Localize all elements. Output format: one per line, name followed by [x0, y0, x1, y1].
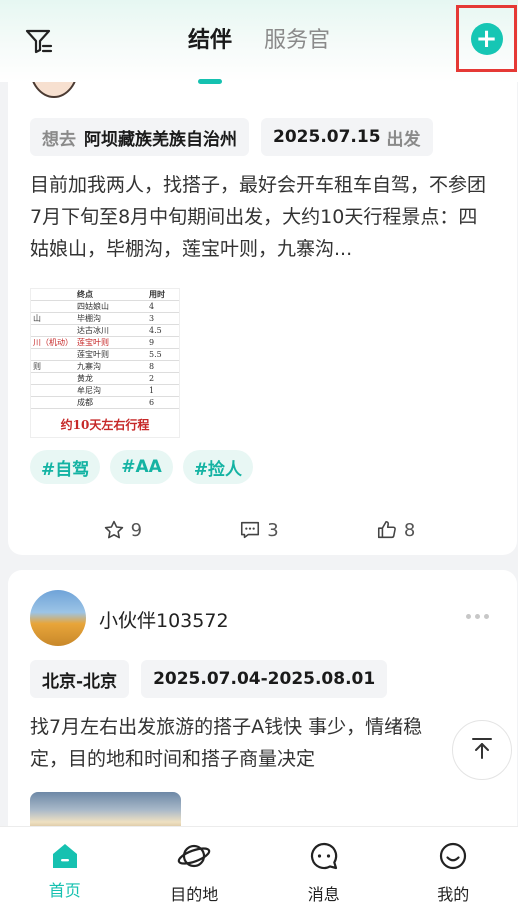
arrow-up-to-top-icon	[469, 735, 495, 765]
nav-label: 消息	[307, 885, 340, 903]
tab-service-officer[interactable]: 服务官	[262, 24, 332, 74]
itinerary-row: 牟尼沟 1	[31, 385, 179, 397]
message-icon	[309, 841, 339, 875]
itinerary-row: 莲宝叶则 5.5	[31, 349, 179, 361]
itinerary-cell: 2	[149, 374, 155, 383]
nav-label: 目的地	[170, 885, 219, 903]
post-description[interactable]: 找7月左右出发旅游的搭子A钱快 事少，情绪稳定，目的地和时间和搭子商量决定	[30, 711, 450, 775]
itinerary-row: 成都 6	[31, 397, 179, 409]
comment-button[interactable]: 3	[239, 516, 279, 544]
post-meta-chips: 北京-北京 2025.07.04-2025.08.01	[30, 660, 388, 698]
add-post-highlight: +	[456, 5, 517, 72]
hashtag-pickup[interactable]: #捡人	[182, 450, 254, 484]
like-button[interactable]: 8	[376, 516, 415, 544]
itinerary-cell: 8	[149, 362, 155, 371]
itinerary-cell: 则	[33, 362, 41, 371]
post-actions: 9 3 8	[0, 516, 518, 544]
itinerary-cell: 山	[33, 314, 41, 323]
favorite-count: 9	[130, 519, 143, 541]
itinerary-cell: 川（机动）	[33, 338, 73, 347]
itinerary-row: 则 九寨沟 8	[31, 361, 179, 373]
smiley-icon	[438, 841, 468, 875]
nav-messages[interactable]: 消息	[259, 827, 389, 903]
add-post-button[interactable]: +	[470, 22, 503, 55]
itinerary-header: 终点 用时	[31, 289, 179, 301]
itinerary-cell: 牟尼沟	[77, 386, 101, 395]
nav-home[interactable]: 首页	[0, 827, 130, 903]
itinerary-row: 四姑娘山 4	[31, 301, 179, 313]
itinerary-cell: 4	[149, 302, 155, 311]
itinerary-cell: 1	[149, 386, 155, 395]
destination-prefix: 想去	[42, 129, 76, 150]
itinerary-row: 山 毕棚沟 3	[31, 313, 179, 325]
back-to-top-button[interactable]	[452, 720, 512, 780]
planet-icon	[177, 841, 211, 875]
itinerary-row: 黄龙 2	[31, 373, 179, 385]
itinerary-header-col2: 用时	[149, 289, 165, 299]
like-count: 8	[403, 519, 416, 541]
date-range-chip: 2025.07.04-2025.08.01	[141, 660, 388, 698]
more-options-icon[interactable]	[466, 609, 492, 623]
itinerary-cell: 达古冰川	[77, 326, 109, 335]
destination-name: 阿坝藏族羌族自治州	[84, 129, 237, 150]
itinerary-cell: 成都	[77, 398, 93, 407]
itinerary-image[interactable]: 终点 用时 四姑娘山 4 山 毕棚沟 3 达古冰川 4.5 川（机动） 莲宝叶则 9 莲宝叶…	[30, 288, 180, 438]
tab-companion[interactable]: 结伴	[186, 24, 234, 74]
route-text: 北京-北京	[42, 671, 118, 692]
hashtag-aa[interactable]: #AA	[110, 450, 173, 484]
destination-chip[interactable]: 想去 阿坝藏族羌族自治州	[30, 118, 249, 156]
itinerary-row: 川（机动） 莲宝叶则 9	[31, 337, 179, 349]
post-meta-chips: 想去 阿坝藏族羌族自治州 2025.07.15 出发	[30, 118, 433, 156]
date-range-text: 2025.07.04-2025.08.01	[153, 669, 376, 689]
date-chip: 2025.07.15 出发	[261, 118, 433, 156]
itinerary-cell: 莲宝叶则	[77, 338, 109, 347]
home-icon	[50, 841, 80, 871]
route-chip[interactable]: 北京-北京	[30, 660, 130, 698]
itinerary-caption: 约10天左右行程	[60, 418, 150, 432]
itinerary-cell: 九寨沟	[77, 362, 101, 371]
avatar[interactable]	[30, 590, 86, 646]
top-header: 结伴 服务官 +	[0, 0, 518, 82]
header-tabs: 结伴 服务官	[0, 24, 518, 74]
itinerary-cell: 黄龙	[77, 374, 93, 383]
departure-date: 2025.07.15	[273, 127, 381, 147]
itinerary-cell: 四姑娘山	[77, 302, 109, 311]
itinerary-cell: 莲宝叶则	[77, 350, 109, 359]
comment-count: 3	[267, 519, 279, 541]
comment-icon	[239, 519, 261, 541]
post-description[interactable]: 目前加我两人，找搭子，最好会开车租车自驾，不参团7月下旬至8月中旬期间出发，大约…	[30, 169, 490, 265]
nav-label: 我的	[437, 885, 470, 903]
itinerary-row: 达古冰川 4.5	[31, 325, 179, 337]
departure-suffix: 出发	[386, 129, 421, 150]
star-icon	[103, 519, 125, 541]
thumbs-up-icon	[376, 519, 398, 541]
favorite-button[interactable]: 9	[103, 516, 142, 544]
itinerary-cell: 4.5	[149, 326, 162, 335]
hashtag-self-drive[interactable]: #自驾	[30, 450, 101, 484]
nav-label: 首页	[48, 881, 81, 900]
itinerary-cell: 毕棚沟	[77, 314, 101, 323]
itinerary-cell: 6	[149, 398, 155, 407]
itinerary-header-col1: 终点	[77, 289, 93, 299]
itinerary-cell: 3	[149, 314, 155, 323]
nav-destination[interactable]: 目的地	[130, 827, 260, 903]
user-name[interactable]: 小伙伴103572	[99, 606, 229, 633]
itinerary-cell: 5.5	[149, 350, 162, 359]
itinerary-cell: 9	[149, 338, 155, 347]
nav-profile[interactable]: 我的	[389, 827, 518, 903]
bottom-nav: 首页 目的地 消息 我的	[0, 826, 518, 903]
hashtag-list: #自驾 #AA #捡人	[30, 450, 254, 484]
